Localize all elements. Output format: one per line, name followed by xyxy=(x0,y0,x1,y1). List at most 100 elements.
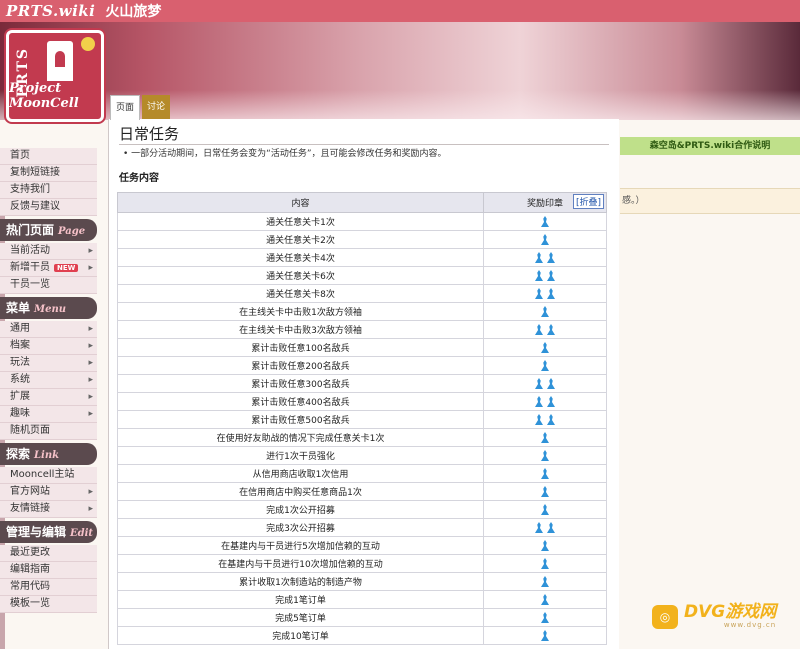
sidebar-item[interactable]: 随机页面 xyxy=(0,423,97,440)
column-header-content: 内容 xyxy=(117,192,484,213)
tab-talk[interactable]: 讨论 xyxy=(142,95,171,119)
task-reward xyxy=(483,284,607,303)
site-logo-text[interactable]: PRTS.wiki xyxy=(0,2,95,20)
sidebar-item[interactable]: 常用代码 xyxy=(0,579,97,596)
stamp-icon xyxy=(541,450,549,461)
stamp-icon xyxy=(541,612,549,623)
sidebar-item[interactable]: 玩法 xyxy=(0,355,97,372)
table-row: 在基建内与干员进行5次增加信赖的互动 xyxy=(117,536,607,555)
sidebar-item-label: 支持我们 xyxy=(10,184,50,195)
collapse-button[interactable]: [折叠] xyxy=(572,194,604,209)
task-content: 完成10笔订单 xyxy=(117,626,484,645)
lemon-icon xyxy=(81,37,95,51)
sidebar-item[interactable]: 支持我们 xyxy=(0,182,97,199)
stamp-icon xyxy=(541,594,549,605)
column-header-reward: 奖励印章 [折叠] xyxy=(483,192,607,213)
stamp-icon xyxy=(541,576,549,587)
task-content: 从信用商店收取1次信用 xyxy=(117,464,484,483)
table-row: 通关任意关卡1次 xyxy=(117,212,607,231)
task-reward xyxy=(483,410,607,429)
sidebar-item-label: 首页 xyxy=(10,150,30,161)
sidebar-item[interactable]: 最近更改 xyxy=(0,545,97,562)
task-content: 通关任意关卡8次 xyxy=(117,284,484,303)
task-reward xyxy=(483,212,607,231)
sidebar-item[interactable]: 友情链接 xyxy=(0,501,97,518)
stamp-icon xyxy=(535,522,543,533)
task-table: 内容 奖励印章 [折叠] 通关任意关卡1次 通关任意关卡2次 通关任意关卡4次 通关任意… xyxy=(117,192,607,645)
sidebar-item[interactable]: 干员一览 xyxy=(0,277,97,294)
page-tabs: 页面 讨论 xyxy=(110,95,171,120)
sidebar-item[interactable]: 趣味 xyxy=(0,406,97,423)
sidebar-item[interactable]: 模板一览 xyxy=(0,596,97,613)
task-content: 在主线关卡中击败3次敌方领袖 xyxy=(117,320,484,339)
sidebar-item[interactable]: 反馈与建议 xyxy=(0,199,97,216)
stamp-icon xyxy=(535,288,543,299)
task-reward xyxy=(483,572,607,591)
stamp-icon xyxy=(547,414,555,425)
table-row: 累计击败任意100名敌兵 xyxy=(117,338,607,357)
task-content: 通关任意关卡6次 xyxy=(117,266,484,285)
table-row: 在主线关卡中击败1次敌方领袖 xyxy=(117,302,607,321)
task-reward xyxy=(483,464,607,483)
sidebar-item-label: Mooncell主站 xyxy=(10,469,75,480)
sidebar-item-label: 档案 xyxy=(10,340,30,351)
task-reward xyxy=(483,266,607,285)
task-reward xyxy=(483,482,607,501)
task-content: 在信用商店中购买任意商品1次 xyxy=(117,482,484,501)
table-row: 累计击败任意300名敌兵 xyxy=(117,374,607,393)
sidebar-item-label: 友情链接 xyxy=(10,503,50,514)
task-reward xyxy=(483,320,607,339)
table-row: 累计收取1次制造站的制造产物 xyxy=(117,572,607,591)
sidebar-item-label: 反馈与建议 xyxy=(10,201,60,212)
info-note: • 一部分活动期间，日常任务会变为“活动任务”，且可能会修改任务和奖励内容。 xyxy=(123,149,447,159)
stamp-icon xyxy=(547,324,555,335)
sidebar-item-label: 随机页面 xyxy=(10,425,50,436)
info-note-text: 一部分活动期间，日常任务会变为“活动任务”，且可能会修改任务和奖励内容。 xyxy=(131,149,447,159)
task-reward xyxy=(483,500,607,519)
task-content: 通关任意关卡4次 xyxy=(117,248,484,267)
sidebar-item[interactable]: 新增干员 NEW xyxy=(0,260,97,277)
sidebar-section-heading: 菜单 Menu xyxy=(0,297,97,319)
cooperation-link[interactable]: 森空岛&PRTS.wiki合作说明 xyxy=(620,137,800,155)
sidebar-item[interactable]: 复制短链接 xyxy=(0,165,97,182)
right-note-text: 感。） xyxy=(622,196,645,206)
task-content: 进行1次干员强化 xyxy=(117,446,484,465)
gamepad-icon: ◎ xyxy=(652,604,678,629)
sidebar-item[interactable]: 系统 xyxy=(0,372,97,389)
stamp-icon xyxy=(535,252,543,263)
sidebar-item[interactable]: Mooncell主站 xyxy=(0,467,97,484)
table-row: 累计击败任意200名敌兵 xyxy=(117,356,607,375)
task-reward xyxy=(483,554,607,573)
sidebar-item-label: 玩法 xyxy=(10,357,30,368)
task-reward xyxy=(483,428,607,447)
sidebar-section-script: Link xyxy=(34,450,60,461)
watermark-main: DVG游戏网 xyxy=(684,602,777,622)
sidebar-item[interactable]: 官方网站 xyxy=(0,484,97,501)
sidebar-item[interactable]: 当前活动 xyxy=(0,243,97,260)
stamp-icon xyxy=(541,630,549,641)
sidebar-item[interactable]: 通用 xyxy=(0,321,97,338)
task-reward xyxy=(483,536,607,555)
sidebar-item[interactable]: 扩展 xyxy=(0,389,97,406)
table-row: 完成10笔订单 xyxy=(117,626,607,645)
sidebar-item-label: 系统 xyxy=(10,374,30,385)
sidebar-item[interactable]: 编辑指南 xyxy=(0,562,97,579)
tab-page[interactable]: 页面 xyxy=(110,95,141,120)
task-reward xyxy=(483,374,607,393)
sidebar-item[interactable]: 档案 xyxy=(0,338,97,355)
task-reward xyxy=(483,302,607,321)
top-bar: PRTS.wiki 火山旅梦 xyxy=(0,0,800,22)
stamp-icon xyxy=(541,360,549,371)
sidebar-item-label: 干员一览 xyxy=(10,279,50,290)
site-logo[interactable]: PRTS Project MoonCell xyxy=(6,30,104,122)
stamp-icon xyxy=(547,288,555,299)
table-row: 在使用好友助战的情况下完成任意关卡1次 xyxy=(117,428,607,447)
task-rows: 通关任意关卡1次 通关任意关卡2次 通关任意关卡4次 通关任意关卡6次 通关任意关卡8次… xyxy=(117,212,607,645)
sidebar-item[interactable]: 首页 xyxy=(0,148,97,165)
sidebar-item-label: 当前活动 xyxy=(10,245,50,256)
task-content: 在基建内与干员进行10次增加信赖的互动 xyxy=(117,554,484,573)
task-content: 累计收取1次制造站的制造产物 xyxy=(117,572,484,591)
stamp-icon xyxy=(547,252,555,263)
sidebar-item-label: 最近更改 xyxy=(10,547,50,558)
task-content: 在基建内与干员进行5次增加信赖的互动 xyxy=(117,536,484,555)
